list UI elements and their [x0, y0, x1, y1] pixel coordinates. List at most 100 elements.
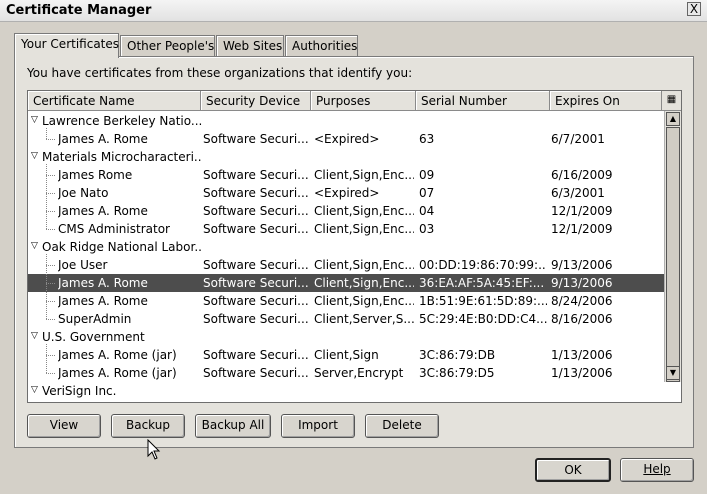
cert-serial-number: 00:DD:19:86:70:99:...	[419, 258, 547, 272]
cert-name: SuperAdmin	[58, 312, 132, 326]
group-name: Lawrence Berkeley Natio...	[42, 114, 202, 128]
column-purposes[interactable]: Purposes	[311, 91, 416, 111]
cert-expires-on: 9/13/2006	[551, 276, 613, 290]
cert-name: CMS Administrator	[58, 222, 170, 236]
cert-serial-number: 04	[419, 204, 435, 218]
tree-connector	[46, 265, 55, 266]
column-expires-on[interactable]: Expires On	[550, 91, 662, 111]
tree-cert-row[interactable]: James A. Rome Software Securi... Client,Si…	[28, 202, 665, 220]
tree-connector	[46, 229, 55, 230]
help-button[interactable]: Help	[620, 458, 694, 482]
vertical-scrollbar[interactable]: ▲ ▼	[664, 111, 681, 382]
certificate-tree[interactable]: Certificate Name Security Device Purpose…	[27, 90, 682, 403]
close-icon[interactable]: X	[687, 2, 701, 16]
cert-serial-number: 1B:51:9E:61:5D:89:...	[419, 294, 547, 308]
expand-twisty-icon[interactable]: ▽	[31, 115, 38, 125]
cert-serial-number: 5C:29:4E:B0:DD:C4...	[419, 312, 547, 326]
tree-group-row[interactable]: ▽ Lawrence Berkeley Natio...	[28, 112, 665, 130]
expand-twisty-icon[interactable]: ▽	[31, 331, 38, 341]
cert-security-device: Software Securi...	[203, 222, 309, 236]
tree-cert-row[interactable]: James Rome Software Securi... Client,Sign,…	[28, 166, 665, 184]
cert-name: James A. Rome (jar)	[58, 366, 177, 380]
scroll-down-icon[interactable]: ▼	[666, 366, 680, 380]
cert-expires-on: 12/1/2009	[551, 222, 613, 236]
tree-connector	[46, 128, 47, 139]
scroll-thumb[interactable]	[666, 127, 680, 382]
cert-name: Joe User	[58, 258, 108, 272]
cert-expires-on: 1/13/2006	[551, 348, 613, 362]
cert-security-device: Software Securi...	[203, 168, 309, 182]
tree-connector	[46, 211, 55, 212]
delete-button[interactable]: Delete	[365, 414, 439, 438]
cert-name: James A. Rome	[58, 294, 148, 308]
column-header: Certificate Name Security Device Purpose…	[28, 91, 681, 111]
tree-connector	[46, 319, 55, 320]
tab-authorities[interactable]: Authorities	[285, 35, 358, 57]
cert-name: James A. Rome (jar)	[58, 348, 177, 362]
scroll-up-icon[interactable]: ▲	[666, 112, 680, 126]
tree-cert-row[interactable]: Joe User Software Securi... Client,Sign,En…	[28, 256, 665, 274]
tab-your-certificates[interactable]: Your Certificates	[14, 33, 119, 58]
cert-purposes: Server,Encrypt	[314, 366, 404, 380]
column-serial-number[interactable]: Serial Number	[416, 91, 550, 111]
tree-group-row[interactable]: ▽ Materials Microcharacteri...	[28, 148, 665, 166]
tree-cert-row[interactable]: James A. Rome Software Securi... <Expired>…	[28, 130, 665, 148]
tree-connector	[46, 373, 55, 374]
tree-cert-row[interactable]: CMS Administrator Software Securi... Clien…	[28, 220, 665, 238]
tree-connector	[46, 344, 47, 373]
expand-twisty-icon[interactable]: ▽	[31, 385, 38, 395]
intro-text: You have certificates from these organiz…	[27, 66, 413, 80]
expand-twisty-icon[interactable]: ▽	[31, 151, 38, 161]
backup-button[interactable]: Backup	[111, 414, 185, 438]
cert-name: James A. Rome	[58, 204, 148, 218]
tree-group-row[interactable]: ▽ Oak Ridge National Labor...	[28, 238, 665, 256]
import-button[interactable]: Import	[281, 414, 355, 438]
tab-web-sites[interactable]: Web Sites	[216, 35, 284, 57]
tree-cert-row[interactable]: James A. Rome (jar) Software Securi... Ser…	[28, 364, 665, 382]
group-name: Materials Microcharacteri...	[42, 150, 202, 164]
tree-group-row[interactable]: ▽ VeriSign Inc.	[28, 382, 665, 400]
expand-twisty-icon[interactable]: ▽	[31, 241, 38, 251]
cert-expires-on: 1/13/2006	[551, 366, 613, 380]
cert-expires-on: 6/16/2009	[551, 168, 613, 182]
cert-purposes: Client,Sign,Enc...	[314, 222, 414, 236]
tree-cert-row[interactable]: James A. Rome Software Securi... Client,Si…	[28, 292, 665, 310]
cert-expires-on: 6/3/2001	[551, 186, 605, 200]
tree-connector	[46, 355, 55, 356]
certificates-panel: You have certificates from these organiz…	[14, 56, 694, 448]
backup-all-button[interactable]: Backup All	[195, 414, 271, 438]
cert-expires-on: 6/7/2001	[551, 132, 605, 146]
column-picker-icon[interactable]: ▦	[662, 91, 681, 111]
cert-security-device: Software Securi...	[203, 348, 309, 362]
column-certificate-name[interactable]: Certificate Name	[28, 91, 201, 111]
cert-purposes: Client,Sign,Enc...	[314, 294, 414, 308]
cert-purposes: <Expired>	[314, 186, 380, 200]
cert-expires-on: 9/13/2006	[551, 258, 613, 272]
window-title: Certificate Manager	[6, 3, 152, 18]
ok-button[interactable]: OK	[535, 458, 611, 482]
cert-expires-on: 8/24/2006	[551, 294, 613, 308]
cert-serial-number: 03	[419, 222, 435, 236]
tree-cert-row[interactable]: James A. Rome Software Securi... Client,Si…	[28, 274, 665, 292]
tree-cert-row[interactable]: SuperAdmin Software Securi... Client,Serve…	[28, 310, 665, 328]
view-button[interactable]: View	[27, 414, 101, 438]
cert-security-device: Software Securi...	[203, 276, 309, 290]
tree-group-row[interactable]: ▽ U.S. Government	[28, 328, 665, 346]
cert-serial-number: 09	[419, 168, 435, 182]
tree-cert-row[interactable]: Joe Nato Software Securi... <Expired> 07 6/3…	[28, 184, 665, 202]
cert-expires-on: 8/16/2006	[551, 312, 613, 326]
tree-cert-row[interactable]: James A. Rome (jar) Software Securi... Cli…	[28, 346, 665, 364]
cert-security-device: Software Securi...	[203, 204, 309, 218]
cert-security-device: Software Securi...	[203, 312, 309, 326]
cert-serial-number: 3C:86:79:D5	[419, 366, 495, 380]
tree-connector	[46, 254, 47, 319]
cert-purposes: Client,Sign	[314, 348, 379, 362]
tab-other-peoples[interactable]: Other People's	[120, 35, 215, 57]
column-security-device[interactable]: Security Device	[201, 91, 311, 111]
cert-serial-number: 3C:86:79:DB	[419, 348, 496, 362]
tree-connector	[46, 301, 55, 302]
group-name: Oak Ridge National Labor...	[42, 240, 202, 254]
group-name: U.S. Government	[42, 330, 145, 344]
cert-purposes: <Expired>	[314, 132, 380, 146]
cert-security-device: Software Securi...	[203, 366, 309, 380]
